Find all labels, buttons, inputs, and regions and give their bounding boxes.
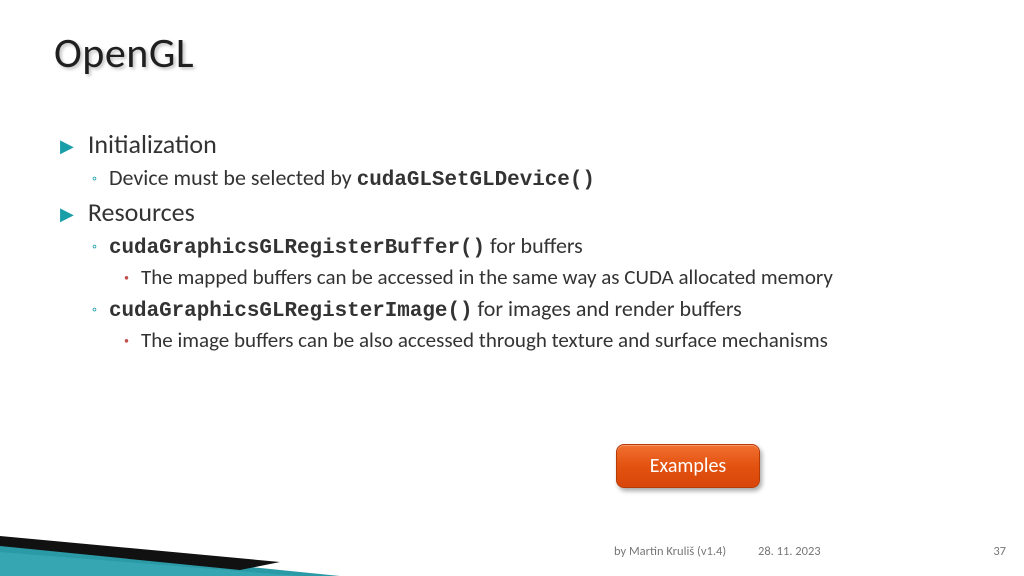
bullet-init-device: ◦ Device must be selected by cudaGLSetGL… — [92, 164, 974, 192]
slide-content: ▶ Initialization ◦ Device must be select… — [60, 128, 974, 359]
footer-date: 28. 11. 2023 — [758, 544, 821, 559]
code-text: cudaGraphicsGLRegisterBuffer() — [109, 237, 485, 260]
slide-footer: by Martin Kruliš (v1.4) 28. 11. 2023 37 — [0, 544, 1024, 564]
bullet-image-detail: • The image buffers can be also accessed… — [124, 327, 974, 354]
code-text: cudaGLSetGLDevice() — [357, 169, 595, 192]
bullet-text: cudaGraphicsGLRegisterImage() for images… — [109, 295, 742, 323]
bullet-initialization: ▶ Initialization — [60, 128, 974, 160]
footer-page-number: 37 — [993, 544, 1006, 559]
bullet-buffer-detail: • The mapped buffers can be accessed in … — [124, 264, 974, 291]
circle-bullet-icon: ◦ — [92, 301, 97, 318]
button-label: Examples — [650, 454, 727, 478]
dot-bullet-icon: • — [124, 334, 129, 347]
code-text: cudaGraphicsGLRegisterImage() — [109, 300, 473, 323]
bullet-register-buffer: ◦ cudaGraphicsGLRegisterBuffer() for buf… — [92, 232, 974, 260]
footer-author: by Martin Kruliš (v1.4) — [614, 544, 726, 559]
dot-bullet-icon: • — [124, 271, 129, 284]
bullet-text: cudaGraphicsGLRegisterBuffer() for buffe… — [109, 232, 583, 260]
bullet-register-image: ◦ cudaGraphicsGLRegisterImage() for imag… — [92, 295, 974, 323]
triangle-bullet-icon: ▶ — [60, 203, 74, 225]
text-post: for buffers — [485, 232, 583, 259]
triangle-bullet-icon: ▶ — [60, 135, 74, 157]
bullet-text: Resources — [88, 196, 195, 228]
examples-button[interactable]: Examples — [616, 444, 760, 488]
circle-bullet-icon: ◦ — [92, 170, 97, 187]
text-post: for images and render buffers — [473, 295, 742, 322]
bullet-text: The image buffers can be also accessed t… — [141, 327, 828, 354]
bullet-resources: ▶ Resources — [60, 196, 974, 228]
bullet-text: Device must be selected by cudaGLSetGLDe… — [109, 164, 595, 192]
circle-bullet-icon: ◦ — [92, 238, 97, 255]
slide-title: OpenGL — [54, 28, 194, 79]
bullet-text: Initialization — [88, 128, 217, 160]
text-pre: Device must be selected by — [109, 164, 357, 191]
bullet-text: The mapped buffers can be accessed in th… — [141, 264, 833, 291]
